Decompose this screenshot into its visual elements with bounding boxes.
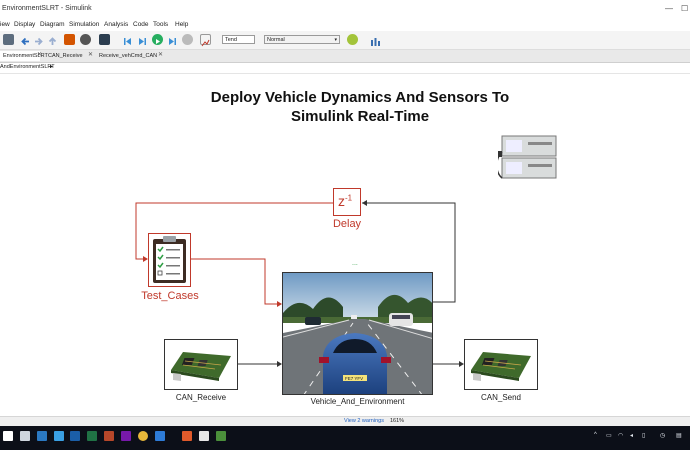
close-icon[interactable]: ✕	[158, 51, 163, 58]
update-diagram-icon[interactable]	[99, 34, 110, 45]
run-icon[interactable]	[152, 34, 163, 45]
menu-view[interactable]: iew	[0, 21, 10, 28]
delay-symbol: z-1	[338, 193, 352, 209]
delay-label: Delay	[332, 218, 362, 230]
circuit-board-icon	[171, 352, 231, 381]
breadcrumb: AndEnvironmentSLRT ▸	[0, 63, 690, 74]
taskbar: ^ ▭ ◠ ◂ ▯ ◷ ▤	[0, 426, 690, 450]
chrome-icon[interactable]	[138, 431, 148, 441]
model-tabs: EnvironmentSLRT ✕ CAN_Receive ✕ Receive_…	[0, 50, 690, 63]
arrowhead	[362, 200, 367, 206]
breadcrumb-model[interactable]: AndEnvironmentSLRT	[0, 64, 55, 70]
vehicle-environment-block[interactable]: FE7 YFV	[282, 272, 433, 395]
delay-exponent: -1	[345, 193, 353, 203]
vehicle-environment-label: Vehicle_And_Environment	[310, 397, 405, 406]
driving-scene-image: FE7 YFV	[283, 273, 432, 394]
network-icon[interactable]: ▭	[606, 432, 612, 439]
stop-time-input[interactable]: Tend	[222, 35, 255, 44]
onenote-icon[interactable]	[121, 431, 131, 441]
test-cases-label: Test_Cases	[141, 290, 199, 302]
model-advisor-icon[interactable]	[347, 34, 358, 45]
clipboard-icon	[153, 236, 186, 283]
edge-icon[interactable]	[155, 431, 165, 441]
model-canvas[interactable]: Deploy Vehicle Dynamics And Sensors To S…	[0, 74, 690, 416]
forward-icon[interactable]	[33, 34, 44, 46]
can-receive-block[interactable]	[164, 339, 238, 390]
menu-display[interactable]: Display	[14, 21, 35, 28]
warnings-link[interactable]: View 2 warnings	[344, 418, 384, 424]
task-view-icon[interactable]	[20, 431, 30, 441]
close-icon[interactable]: ✕	[88, 51, 93, 58]
tab-label: Receive_vehCmd_CAN	[99, 53, 158, 59]
powerpoint-icon[interactable]	[104, 431, 114, 441]
app-icon[interactable]	[216, 431, 226, 441]
stop-icon[interactable]	[182, 34, 193, 45]
skype-icon[interactable]	[54, 431, 64, 441]
menu-bar: iew Display Diagram Simulation Analysis …	[0, 20, 690, 31]
close-icon[interactable]: ✕	[37, 51, 42, 58]
tab-receive-vehcmd[interactable]: Receive_vehCmd_CAN	[96, 51, 160, 61]
minimize-button[interactable]: —	[665, 4, 673, 13]
simulation-mode-value: Normal	[267, 37, 285, 43]
model-explorer-icon[interactable]	[64, 34, 75, 45]
can-receive-label: CAN_Receive	[175, 393, 227, 402]
tab-environment[interactable]: EnvironmentSLRT	[0, 51, 48, 61]
library-browser-icon[interactable]	[3, 34, 14, 45]
can-send-block[interactable]	[464, 339, 538, 390]
simulation-mode-select[interactable]: Normal ▾	[264, 35, 340, 44]
car-plate-text: FE7 YFV	[345, 376, 363, 381]
start-icon[interactable]	[3, 431, 13, 441]
menu-tools[interactable]: Tools	[153, 21, 168, 28]
up-icon[interactable]	[47, 34, 58, 45]
tab-can-receive[interactable]: CAN_Receive	[45, 51, 86, 61]
outlook-icon[interactable]	[37, 431, 47, 441]
can-send-label: CAN_Send	[480, 393, 522, 402]
circuit-board-icon	[471, 352, 531, 381]
step-forward-icon[interactable]	[167, 34, 178, 45]
chevron-down-icon: ▾	[334, 37, 337, 43]
excel-icon[interactable]	[87, 431, 97, 441]
tab-label: CAN_Receive	[48, 53, 83, 59]
data-inspector-icon[interactable]	[200, 34, 211, 47]
window-title: EnvironmentSLRT - Simulink	[2, 5, 92, 12]
menu-code[interactable]: Code	[133, 21, 149, 28]
step-icon[interactable]	[137, 34, 148, 45]
simulink-icon[interactable]	[199, 431, 209, 441]
build-model-icon[interactable]	[370, 34, 381, 46]
toolbar: Tend Normal ▾	[0, 31, 690, 50]
menu-help[interactable]: Help	[175, 21, 188, 28]
wifi-icon[interactable]: ◠	[618, 432, 623, 439]
matlab-icon[interactable]	[182, 431, 192, 441]
delay-z: z	[338, 193, 345, 209]
volume-icon[interactable]: ◂	[630, 432, 633, 439]
title-bar: EnvironmentSLRT - Simulink — ☐	[0, 0, 690, 20]
target-computer-icon[interactable]	[496, 134, 558, 184]
menu-simulation[interactable]: Simulation	[69, 21, 99, 28]
back-icon[interactable]	[20, 34, 31, 46]
word-icon[interactable]	[70, 431, 80, 441]
zoom-level: 161%	[390, 418, 405, 424]
menu-diagram[interactable]: Diagram	[40, 21, 65, 28]
delay-block[interactable]: z-1	[333, 188, 361, 216]
menu-analysis[interactable]: Analysis	[104, 21, 128, 28]
step-back-icon[interactable]	[122, 34, 133, 45]
chevron-up-icon[interactable]: ^	[594, 432, 597, 438]
maximize-button[interactable]: ☐	[681, 4, 688, 13]
battery-icon[interactable]: ▯	[642, 432, 645, 439]
settings-icon[interactable]	[80, 34, 91, 45]
test-cases-block[interactable]	[148, 233, 191, 287]
notification-icon[interactable]: ▤	[676, 432, 682, 439]
chevron-right-icon[interactable]: ▸	[50, 63, 53, 70]
block-dots: ...	[352, 260, 358, 267]
clock-icon[interactable]: ◷	[660, 432, 665, 439]
